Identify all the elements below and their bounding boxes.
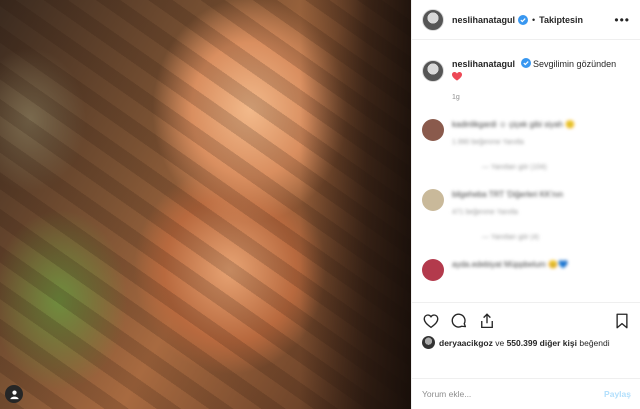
comment-item: bilgeheba TRT 'Diğerleri KK'nın 471 beğe… xyxy=(422,189,631,216)
caption-text: Sevgilimin gözünden xyxy=(533,59,617,69)
comment-text: ayda.edebiyat Müppbelum 😊💙 xyxy=(452,260,568,269)
liker-username[interactable]: deryaacikgoz xyxy=(439,338,493,348)
verified-badge-icon xyxy=(520,58,531,68)
comment-meta[interactable]: 471 beğenme Yanıtla xyxy=(452,209,617,216)
caption: neslihanatagul Sevgilimin gözünden xyxy=(422,58,631,84)
comment-item: kadinlikgardi ☺ çiçek gibi siyah 🙂 1.990… xyxy=(422,119,631,146)
comment-body: ayda.edebiyat Müppbelum 😊💙 xyxy=(452,259,617,281)
caption-avatar[interactable] xyxy=(422,60,444,82)
comment-meta[interactable]: 1.990 beğenme Yanıtla xyxy=(452,139,617,146)
comment-text: bilgeheba TRT 'Diğerleri KK'nın xyxy=(452,190,564,199)
user-tag-button[interactable] xyxy=(5,385,23,403)
post-comment-button[interactable]: Paylaş xyxy=(604,389,631,399)
red-heart-emoji-icon xyxy=(452,72,462,81)
comment-avatar[interactable] xyxy=(422,189,444,211)
comment-avatar[interactable] xyxy=(422,259,444,281)
header-separator: • xyxy=(532,14,536,25)
comment-body: kadinlikgardi ☺ çiçek gibi siyah 🙂 1.990… xyxy=(452,119,617,146)
likes-suffix: beğendi xyxy=(577,337,610,348)
add-comment-bar: Paylaş xyxy=(412,378,640,409)
view-replies-link[interactable]: — Yanıtları gör (4) xyxy=(482,234,631,241)
liker-avatar[interactable] xyxy=(422,336,435,349)
bookmark-icon[interactable] xyxy=(613,312,631,330)
heart-icon[interactable] xyxy=(422,312,440,330)
following-button[interactable]: Takiptesin xyxy=(539,15,583,25)
comment-text: kadinlikgardi ☺ çiçek gibi siyah 🙂 xyxy=(452,120,576,129)
header-username[interactable]: neslihanatagul xyxy=(452,15,515,25)
avatar[interactable] xyxy=(422,8,444,31)
user-tag-icon xyxy=(9,390,19,399)
comments-list[interactable]: neslihanatagul Sevgilimin gözünden 1g ka… xyxy=(412,40,640,302)
action-bar xyxy=(412,302,640,338)
likes-summary: deryaacikgoz ve 550.399 diğer kişi beğen… xyxy=(422,336,610,349)
comment-item: ayda.edebiyat Müppbelum 😊💙 xyxy=(422,259,631,281)
share-icon[interactable] xyxy=(478,312,496,330)
more-options-button[interactable]: ••• xyxy=(614,13,630,27)
caption-text-block: neslihanatagul Sevgilimin gözünden xyxy=(452,58,622,84)
post-photo[interactable] xyxy=(0,0,411,409)
caption-username[interactable]: neslihanatagul xyxy=(452,59,515,69)
likes-count[interactable]: 550.399 diğer kişi xyxy=(507,338,577,348)
photo-hair-shade xyxy=(300,0,411,409)
comment-body: bilgeheba TRT 'Diğerleri KK'nın 471 beğe… xyxy=(452,189,617,216)
instagram-post: neslihanatagul • Takiptesin ••• neslihan… xyxy=(0,0,640,409)
verified-badge-icon xyxy=(518,14,529,25)
comment-avatar[interactable] xyxy=(422,119,444,141)
post-header: neslihanatagul • Takiptesin ••• xyxy=(412,0,640,40)
post-sidebar: neslihanatagul • Takiptesin ••• neslihan… xyxy=(411,0,640,409)
comment-icon[interactable] xyxy=(450,312,468,330)
comment-input[interactable] xyxy=(422,389,605,399)
caption-time: 1g xyxy=(452,94,460,101)
view-replies-link[interactable]: — Yanıtları gör (104) xyxy=(482,164,631,171)
likes-connector: ve xyxy=(492,337,507,348)
